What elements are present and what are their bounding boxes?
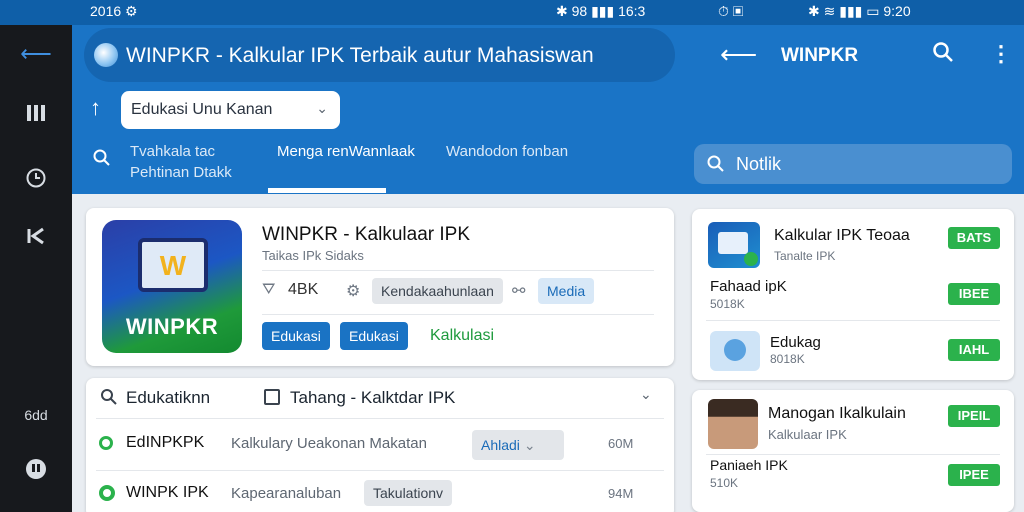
status-signal-mid: ✱ 98 ▮▮▮ 16:3 [556,3,646,19]
divider [262,314,654,315]
chevron-down-icon: ⌄ [316,100,328,116]
divider [96,470,664,471]
app-detail-card: W WINPKR WINPKR - Kalkulaar IPK Taikas I… [86,208,674,366]
row-chip[interactable]: Ahladi ⌄ [472,430,564,460]
divider [706,320,1000,321]
category-chip[interactable]: Kendakaahunlaan [372,278,503,304]
status-ring-icon [99,436,113,450]
row-chip-label: Ahladi [481,437,520,453]
app-list-card: Edukatiknn Tahang - Kalktdar IPK ⌄ EdINP… [86,378,674,512]
search-icon[interactable] [932,41,954,68]
category-dropdown[interactable]: Edukasi Unu Kanan ⌄ [121,91,340,129]
back-arrow-icon[interactable]: ⟵ [0,41,72,67]
row-size: 60M [608,436,634,451]
tab-3[interactable]: Wandodon fonban [446,141,568,162]
related-apps-card-2: Manogan Ikalkulain Kalkulaar IPK IPEIL P… [692,390,1014,512]
more-vert-icon[interactable]: ⋮ [990,41,1012,67]
install-button[interactable]: IBEE [948,283,1000,305]
collapse-icon[interactable] [0,225,72,253]
chevron-down-icon[interactable]: ⌄ [640,386,652,403]
search-input[interactable]: Notlik [694,144,1012,184]
link-icon: ⚯ [512,283,526,300]
cloud-logo-icon [94,43,118,67]
avatar [708,399,758,449]
edukasi-button-1[interactable]: Edukasi [262,322,330,350]
tab-2[interactable]: Menga renWannlaak [277,141,415,162]
app-icon-label: WINPKR [125,314,219,339]
settings-icon: ⚙ [346,283,361,300]
app-subtitle: Taikas IPk Sidaks [262,248,364,263]
edukasi-button-2[interactable]: Edukasi [340,322,408,350]
upload-icon[interactable]: ↑ [90,95,101,121]
tab-1[interactable]: Tvahkala tac Pehtinan Dtakk [130,141,232,183]
install-button[interactable]: IPEE [948,464,1000,486]
tab-2-label: Menga renWannlaak [277,143,415,160]
assistant-icon[interactable] [0,457,72,487]
list-header-right: Tahang - Kalktdar IPK [290,388,456,407]
app-thumbnail [708,222,760,268]
app-icon[interactable]: W WINPKR [102,220,242,353]
calendar-icon [264,389,280,405]
item-sub: Tanalte IPK [774,249,836,263]
app-title: WINPKR - Kalkulaar IPK [262,224,470,245]
tab-1-line2: Pehtinan Dtakk [130,164,232,181]
row-title: EdINPKPK [126,434,205,451]
list-header-left: Edukatiknn [126,388,211,407]
status-bar: 2016 ⚙ ✱ 98 ▮▮▮ 16:3 ⏱ ▣ ✱ ≋ ▮▮▮ ▭ 9:20 [0,0,1024,25]
app-thumbnail [710,331,760,371]
app-header: WINPKR - Kalkular IPK Terbaik autur Maha… [72,25,1024,194]
related-apps-card: Kalkular IPK Teoaa Tanalte IPK BATS Faha… [692,209,1014,380]
clock-icon[interactable] [0,167,72,195]
row-chip[interactable]: Takulationv [364,480,453,506]
title-bar[interactable]: WINPKR - Kalkular IPK Terbaik autur Maha… [84,28,675,82]
media-chip[interactable]: Media [538,278,595,304]
search-icon[interactable] [100,388,118,411]
row-desc: Kalkulary Ueakonan Makatan [231,435,427,452]
chevron-down-icon: ⌄ [523,437,536,453]
divider [96,418,664,419]
divider [706,454,1000,455]
row-desc: Kapearanaluban [231,485,342,502]
item-title: Edukag [770,334,821,351]
status-signal-right: ✱ ≋ ▮▮▮ ▭ 9:20 [808,3,911,19]
tab-search-icon[interactable] [92,148,112,173]
status-time-left: 2016 ⚙ [90,3,138,19]
monitor-icon: W [138,238,208,292]
row-title: WINPK IPK [126,484,209,501]
item-title: Manogan Ikalkulain [768,405,906,422]
install-button[interactable]: BATS [948,227,1000,249]
rating-icon: ⛛ [262,281,276,298]
search-field-icon [707,155,724,172]
item-title: Fahaad ipK [710,278,787,295]
item-sub: 5018K [710,297,745,311]
tab-1-line1: Tvahkala tac [130,143,216,160]
kalkulasi-link[interactable]: Kalkulasi [430,327,494,345]
status-icons: ⏱ ▣ [718,3,744,19]
menu-bars-icon[interactable] [0,103,72,129]
install-button[interactable]: IAHL [948,339,1000,361]
navigation-rail: ⟵ 6dd [0,25,72,512]
app-icon-letter: W [159,250,187,281]
search-value: Notlik [736,154,782,174]
page-title: WINPKR - Kalkular IPK Terbaik autur Maha… [126,44,594,67]
active-tab-indicator [268,188,386,193]
rail-label: 6dd [24,407,48,423]
dropdown-value: Edukasi Unu Kanan [131,101,273,118]
item-sub: Kalkulaar IPK [768,427,847,442]
divider [262,270,654,271]
item-title: Paniaeh IPK [710,457,788,473]
right-header-title: WINPKR [781,45,859,66]
tab-3-label: Wandodon fonban [446,143,569,160]
status-ring-icon [99,485,115,501]
item-sub: 8018K [770,352,805,366]
back-icon[interactable]: ⟵ [720,39,757,70]
install-button[interactable]: IPEIL [948,405,1000,427]
app-rating: 4BK [288,281,319,298]
item-sub: 510K [710,476,739,490]
row-size: 94M [608,486,634,501]
item-title: Kalkular IPK Teoaa [774,227,910,244]
